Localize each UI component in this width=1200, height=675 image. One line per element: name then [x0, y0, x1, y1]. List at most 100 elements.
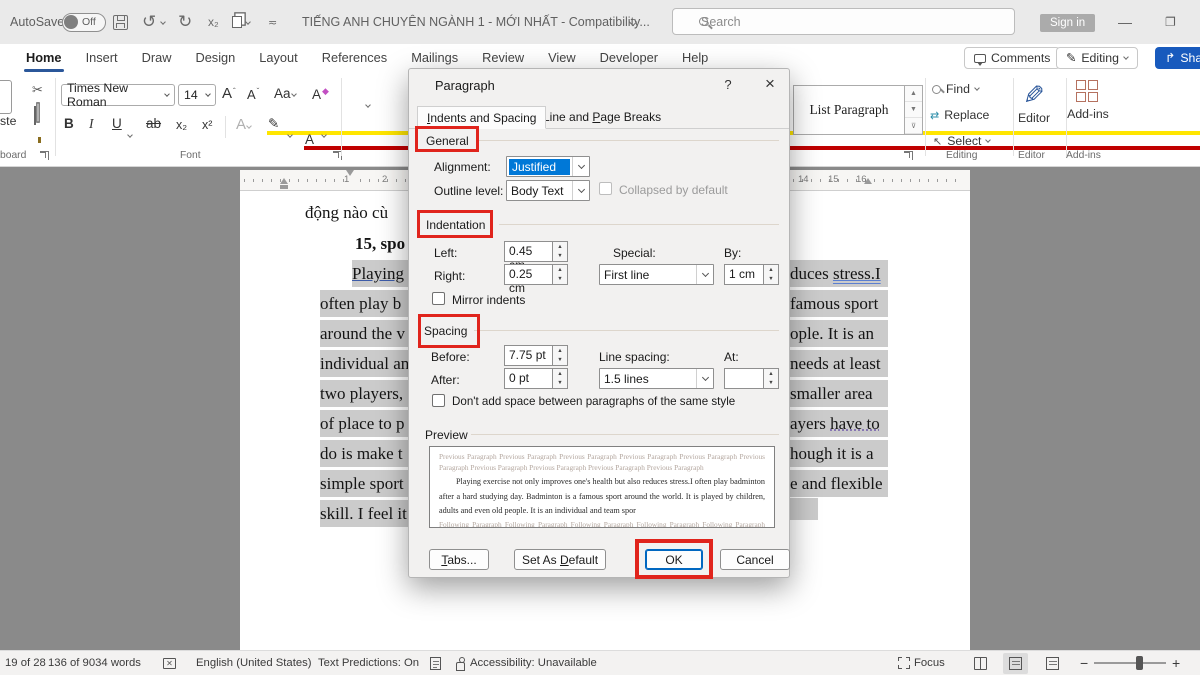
bold-button[interactable]: B: [64, 116, 74, 131]
tab-insert[interactable]: Insert: [74, 44, 130, 73]
left-indent-marker[interactable]: [280, 185, 288, 189]
comments-button[interactable]: Comments: [964, 47, 1060, 69]
font-size-combo[interactable]: 14: [178, 84, 216, 106]
focus-button[interactable]: Focus: [898, 657, 945, 669]
minimize-button[interactable]: —: [1118, 0, 1132, 44]
autosave-toggle[interactable]: Off: [62, 0, 106, 44]
tab-indents-and-spacing[interactable]: Indents and Spacing: [417, 106, 546, 129]
print-layout-button[interactable]: [1003, 653, 1028, 674]
cancel-button[interactable]: Cancel: [720, 549, 790, 570]
search-box[interactable]: [672, 8, 1015, 35]
after-spinner[interactable]: 0 pt▲▼: [504, 368, 568, 389]
scroll-down-icon[interactable]: ▼: [905, 102, 922, 118]
paste-button[interactable]: ste: [0, 114, 16, 128]
restore-button[interactable]: ❐: [1165, 0, 1176, 44]
tab-home[interactable]: Home: [14, 44, 74, 73]
ok-button[interactable]: OK: [645, 549, 703, 570]
cut-button[interactable]: ✂: [32, 82, 43, 98]
before-spinner[interactable]: 7.75 pt▲▼: [504, 345, 568, 366]
indent-right-spinner[interactable]: 0.25 cm▲▼: [504, 264, 568, 285]
by-spinner[interactable]: 1 cm▲▼: [724, 264, 779, 285]
search-input[interactable]: [701, 15, 961, 29]
strikethrough-button[interactable]: ab: [146, 116, 161, 131]
proofing-status-button[interactable]: [430, 657, 441, 670]
style-gallery-item[interactable]: List Paragraph: [793, 85, 905, 135]
style-gallery-scroll[interactable]: ▲▼⊽: [905, 85, 923, 135]
close-button[interactable]: ×: [755, 72, 785, 96]
styles-dialog-launcher[interactable]: [904, 151, 913, 160]
sign-in-button[interactable]: Sign in: [1040, 12, 1095, 33]
redo-button[interactable]: ↻: [178, 0, 192, 44]
spin-up-icon[interactable]: ▲: [553, 369, 567, 379]
zoom-in-button[interactable]: +: [1172, 655, 1180, 671]
proofing-button[interactable]: ✕: [163, 658, 176, 669]
word-count[interactable]: 136 of 9034 words: [48, 657, 141, 669]
clipboard-dialog-launcher[interactable]: [40, 151, 49, 160]
font-name-combo[interactable]: Times New Roman: [61, 84, 175, 106]
line-spacing-dropdown[interactable]: 1.5 lines: [599, 368, 714, 389]
highlight-chevron[interactable]: [288, 124, 292, 142]
font-color-chevron[interactable]: [322, 124, 326, 142]
editing-mode-button[interactable]: ✎Editing: [1056, 47, 1138, 69]
spin-down-icon[interactable]: ▼: [553, 275, 567, 285]
subscript-button[interactable]: x₂: [176, 118, 187, 132]
tabs-button[interactable]: Tabs...: [429, 549, 489, 570]
indent-left-spinner[interactable]: 0.45 cm▲▼: [504, 241, 568, 262]
superscript-button[interactable]: x²: [202, 118, 212, 132]
spin-down-icon[interactable]: ▼: [764, 275, 778, 285]
help-button[interactable]: ?: [717, 77, 739, 95]
outline-level-dropdown[interactable]: Body Text: [506, 180, 590, 201]
spin-down-icon[interactable]: ▼: [553, 379, 567, 389]
shrink-font-button[interactable]: Aˇ: [247, 87, 259, 102]
grow-font-button[interactable]: Aˆ: [222, 85, 236, 102]
page-count[interactable]: 19 of 28: [5, 657, 46, 669]
share-button[interactable]: ↱Share: [1155, 47, 1200, 69]
title-chevron[interactable]: [630, 0, 636, 44]
copy-button[interactable]: [34, 104, 36, 122]
change-case-button[interactable]: Aa: [274, 86, 296, 101]
spin-up-icon[interactable]: ▲: [764, 369, 778, 379]
special-dropdown[interactable]: First line: [599, 264, 714, 285]
subscript-quick-button[interactable]: x₂: [208, 0, 219, 44]
clear-formatting-button[interactable]: A◆: [312, 86, 329, 102]
paragraph-dialog[interactable]: Paragraph ? × Indents and Spacing Line a…: [408, 68, 790, 578]
spin-up-icon[interactable]: ▲: [553, 242, 567, 252]
scroll-up-icon[interactable]: ▲: [905, 86, 922, 102]
language-status[interactable]: English (United States): [196, 657, 312, 669]
zoom-slider[interactable]: [1094, 662, 1166, 664]
accessibility-status[interactable]: Accessibility: Unavailable: [455, 657, 597, 670]
spin-up-icon[interactable]: ▲: [764, 265, 778, 275]
underline-chevron[interactable]: [128, 124, 132, 142]
tab-draw[interactable]: Draw: [130, 44, 184, 73]
spin-down-icon[interactable]: ▼: [764, 379, 778, 389]
spin-down-icon[interactable]: ▼: [553, 356, 567, 366]
addins-button[interactable]: Add-ins: [1064, 80, 1112, 121]
at-spinner[interactable]: ▲▼: [724, 368, 779, 389]
hanging-indent-marker[interactable]: [280, 178, 288, 184]
spin-down-icon[interactable]: ▼: [553, 252, 567, 262]
find-button[interactable]: Find: [932, 82, 979, 96]
zoom-out-button[interactable]: −: [1080, 655, 1088, 671]
paste-quick-button[interactable]: [232, 0, 250, 44]
read-mode-button[interactable]: [968, 653, 993, 674]
zoom-slider-thumb[interactable]: [1136, 656, 1143, 670]
first-line-indent-marker[interactable]: [346, 170, 354, 176]
replace-button[interactable]: ⇄Replace: [930, 108, 989, 122]
web-layout-button[interactable]: [1040, 653, 1065, 674]
text-effects-button[interactable]: A: [236, 116, 251, 133]
dont-add-space-checkbox[interactable]: [432, 394, 445, 407]
set-as-default-button[interactable]: Set As Default: [514, 549, 606, 570]
quick-access-overflow[interactable]: ≂: [268, 0, 277, 44]
bullets-chevron[interactable]: [366, 94, 370, 112]
underline-button[interactable]: U: [112, 116, 122, 131]
gallery-more-icon[interactable]: ⊽: [905, 118, 922, 134]
editor-button[interactable]: ✎ Editor: [1012, 80, 1056, 125]
alignment-dropdown[interactable]: Justified: [506, 156, 590, 177]
right-indent-marker[interactable]: [864, 178, 872, 184]
save-button[interactable]: [113, 0, 128, 44]
spin-up-icon[interactable]: ▲: [553, 265, 567, 275]
spin-up-icon[interactable]: ▲: [553, 346, 567, 356]
select-button[interactable]: ↖Select: [933, 134, 990, 148]
mirror-indents-checkbox[interactable]: [432, 292, 445, 305]
italic-button[interactable]: I: [89, 116, 94, 132]
